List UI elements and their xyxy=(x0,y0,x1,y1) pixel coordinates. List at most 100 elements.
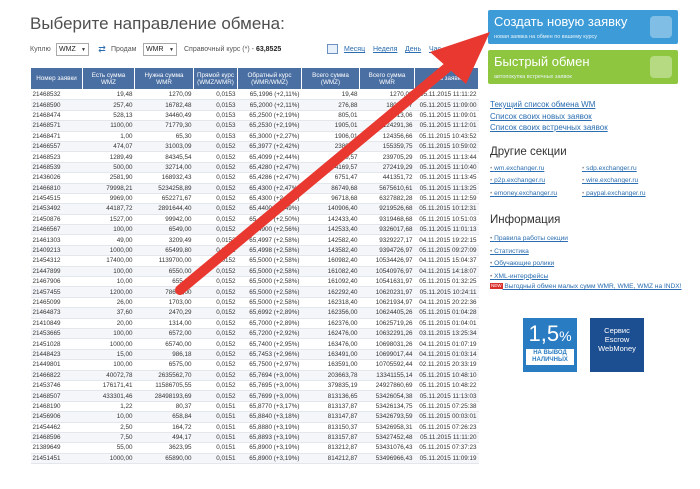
table-cell: 65,7400 (+2,95%) xyxy=(237,338,302,350)
table-cell: 10698031,26 xyxy=(359,338,415,350)
table-cell: 05.11.2015 11:01:13 xyxy=(414,224,479,236)
table-cell: 49,00 xyxy=(82,234,135,246)
table-row[interactable]: 21468539 500,00 32714,00 0,0152 65,4280 (+2,… xyxy=(30,162,479,174)
cash-withdrawal-banner[interactable]: 1,5% НА ВЫВОД НАЛИЧНЫХ xyxy=(523,318,577,372)
table-cell: 3209,49 xyxy=(134,234,194,246)
sell-currency-select[interactable]: WMR ▼ xyxy=(143,43,177,56)
table-cell: 10540976,97 xyxy=(359,266,415,278)
table-cell: 65,4286 (+2,47%) xyxy=(237,172,302,184)
table-row[interactable]: 21453665 100,00 6572,00 0,0152 65,7200 (+2,9… xyxy=(30,328,479,340)
info-link-stats[interactable]: • Статистика xyxy=(490,246,685,259)
period-day[interactable]: День xyxy=(405,46,421,53)
column-header[interactable]: Нужна сумма WMR xyxy=(134,67,194,90)
table-row[interactable]: 21468571 1100,00 71779,30 0,0153 65,2530 (+2… xyxy=(30,120,479,132)
table-row[interactable]: 21468590 257,40 16782,48 0,0153 65,2000 (+2,… xyxy=(30,99,479,111)
section-link-wm[interactable]: wm.exchanger.ru xyxy=(490,165,544,172)
link-my-counter-requests[interactable]: Список своих встречных заявок xyxy=(490,122,608,134)
table-row[interactable]: 21410849 20,00 1314,00 0,0152 65,7000 (+2,89… xyxy=(30,318,479,330)
swap-icon[interactable]: ⇄ xyxy=(96,44,108,55)
section-link-paypal[interactable]: paypal.exchanger.ru xyxy=(582,190,645,197)
column-header[interactable]: Дата заявки xyxy=(414,67,479,90)
table-row[interactable]: 21466567 100,00 6549,00 0,0152 65,4900 (+2,5… xyxy=(30,224,479,236)
table-cell: 65,4495 (+2,50%) xyxy=(237,214,302,226)
table-row[interactable]: 21448423 15,00 986,18 0,0152 65,7453 (+2,96%… xyxy=(30,349,479,361)
section-link-sdp[interactable]: sdp.exchanger.ru xyxy=(582,165,637,172)
table-row[interactable]: 21468507 433301,46 28498193,69 0,0152 65,769… xyxy=(30,390,479,402)
table-row[interactable]: 21461303 49,00 3209,49 0,0152 65,4997 (+2,58… xyxy=(30,234,479,246)
table-cell: 1270,09 xyxy=(359,89,415,101)
table-cell: 86749,68 xyxy=(301,183,360,194)
table-row[interactable]: 21454312 17400,00 1139700,00 0,0152 65,5000 … xyxy=(30,255,479,267)
table-row[interactable]: 21454462 2,50 164,72 0,0151 65,8880 (+3,19%)… xyxy=(30,422,479,433)
table-cell: 161092,40 xyxy=(301,276,360,288)
table-cell: 1,00 xyxy=(82,131,135,142)
link-current-list[interactable]: Текущий список обмена WM xyxy=(490,99,608,111)
table-cell: 0,0152 xyxy=(193,390,238,402)
table-row[interactable]: 21454515 9969,00 652271,67 0,0152 65,4300 (+… xyxy=(30,193,479,205)
column-header[interactable]: Всего сумма WMR xyxy=(359,67,415,90)
table-cell: 203663,78 xyxy=(301,370,360,381)
table-cell: 164,72 xyxy=(134,422,194,433)
table-row[interactable]: 21468190 1,22 80,37 0,0151 65,8770 (+3,17%) 8… xyxy=(30,401,479,413)
chart-icon[interactable] xyxy=(327,44,338,54)
table-row[interactable]: 21464873 37,60 2470,29 0,0152 65,6992 (+2,89… xyxy=(30,307,479,319)
table-cell: 10534426,97 xyxy=(359,255,415,267)
info-links: • Правила работы секции • Статистика • О… xyxy=(490,233,685,292)
period-week[interactable]: Неделя xyxy=(373,46,397,53)
section-link-p2p[interactable]: p2p.exchanger.ru xyxy=(490,177,545,184)
table-row[interactable]: 21468596 7,50 494,17 0,0151 65,8893 (+3,19%)… xyxy=(30,432,479,444)
table-row[interactable]: 21466810 79998,21 5234258,89 0,0152 65,4300 … xyxy=(30,183,479,194)
table-cell: 0,0152 xyxy=(193,297,238,309)
table-row[interactable]: 21457455 1200,00 78600,00 0,0152 65,5000 (+2… xyxy=(30,286,479,298)
table-row[interactable]: 21447899 100,00 6550,00 0,0152 65,5000 (+2,5… xyxy=(30,266,479,278)
table-cell: 65,2500 (+2,19%) xyxy=(237,110,302,122)
column-header[interactable]: Есть сумма WMZ xyxy=(82,67,135,90)
table-row[interactable]: 21453492 44187,72 2891644,40 0,0152 65,4400 … xyxy=(30,203,479,215)
table-cell: 65,8770 (+3,17%) xyxy=(237,401,302,413)
table-row[interactable]: 21409213 1000,00 65499,80 0,0152 65,4998 (+2… xyxy=(30,245,479,257)
table-row[interactable]: 21389649 55,00 3623,95 0,0151 65,8900 (+3,19… xyxy=(30,442,479,454)
table-row[interactable]: 21453746 176171,41 11586705,55 0,0152 65,769… xyxy=(30,380,479,392)
table-cell: 163591,00 xyxy=(301,359,360,371)
fast-exchange-subtitle: автопокупка встречных заявок xyxy=(494,74,572,80)
info-link-rules[interactable]: • Правила работы секции xyxy=(490,233,685,246)
table-cell: 1100,00 xyxy=(82,120,135,132)
table-row[interactable]: 21468471 1,00 65,30 0,0153 65,3000 (+2,27%) 1… xyxy=(30,131,479,142)
section-link-emoney[interactable]: emoney.exchanger.ru xyxy=(490,190,557,197)
column-header[interactable]: Обратный курс (WMR/WMZ) xyxy=(237,67,302,90)
table-row[interactable]: 21456906 10,00 658,84 0,0151 65,8840 (+3,18%… xyxy=(30,411,479,423)
link-my-requests[interactable]: Список своих новых заявок xyxy=(490,111,608,123)
period-deals[interactable]: Сде xyxy=(448,46,461,53)
period-month[interactable]: Месяц xyxy=(344,46,365,53)
column-header[interactable]: Номер заявки xyxy=(30,67,83,90)
create-request-button[interactable]: Создать новую заявку новая заявка на обм… xyxy=(488,10,678,44)
buy-currency-select[interactable]: WMZ ▼ xyxy=(56,43,89,56)
table-cell: 05.11.2015 00:03:01 xyxy=(414,411,479,423)
table-row[interactable]: 21451028 1000,00 65740,00 0,0152 65,7400 (+2… xyxy=(30,338,479,350)
table-cell: 10620231,97 xyxy=(359,286,415,298)
info-link-videos[interactable]: • Обучающие ролики xyxy=(490,258,685,271)
table-row[interactable]: 21451451 1000,00 65890,00 0,0151 65,8900 (+3… xyxy=(30,453,479,465)
table-row[interactable]: 21436026 2581,90 168932,43 0,0152 65,4286 (+… xyxy=(30,172,479,184)
table-row[interactable]: 21466822 40072,78 2635562,70 0,0152 65,7694 … xyxy=(30,370,479,381)
period-hour[interactable]: Час xyxy=(429,46,441,53)
escrow-banner[interactable]: Сервис Escrow WebMoney xyxy=(590,318,644,372)
table-row[interactable]: 21467906 10,00 655,00 0,0152 65,5000 (+2,58%… xyxy=(30,276,479,288)
table-row[interactable]: 21450876 1527,00 99942,00 0,0152 65,4495 (+2… xyxy=(30,214,479,226)
table-row[interactable]: 21468474 528,13 34460,49 0,0153 65,2500 (+2,… xyxy=(30,110,479,122)
create-request-title: Создать новую заявку xyxy=(494,14,628,29)
table-cell: 65,4280 (+2,47%) xyxy=(237,162,302,174)
column-header[interactable]: Прямой курс (WMZ/WMR) xyxy=(193,67,238,90)
table-cell: 53426134,75 xyxy=(359,401,415,413)
table-row[interactable]: 21466557 474,07 31003,09 0,0152 65,3977 (+2,… xyxy=(30,141,479,153)
info-link-xml[interactable]: • XML-интерфейсы xyxy=(490,271,685,284)
table-row[interactable]: 21465099 26,00 1703,00 0,0152 65,5000 (+2,58… xyxy=(30,297,479,309)
table-row[interactable]: 21468532 19,48 1270,09 0,0153 65,1996 (+2,11… xyxy=(30,89,479,101)
section-link-wire[interactable]: wire.exchanger.ru xyxy=(582,177,638,184)
info-link-indx[interactable]: NEW Выгодный обмен малых сумм WMR, WME, … xyxy=(490,283,685,292)
table-cell: 1703,00 xyxy=(134,297,194,309)
fast-exchange-button[interactable]: Быстрый обмен автопокупка встречных заяв… xyxy=(488,50,678,84)
table-row[interactable]: 21449801 100,00 6575,00 0,0152 65,7500 (+2,9… xyxy=(30,359,479,371)
table-row[interactable]: 21468523 1289,49 84345,54 0,0152 65,4099 (+2… xyxy=(30,151,479,163)
column-header[interactable]: Всего сумма (WMZ) xyxy=(301,67,360,90)
